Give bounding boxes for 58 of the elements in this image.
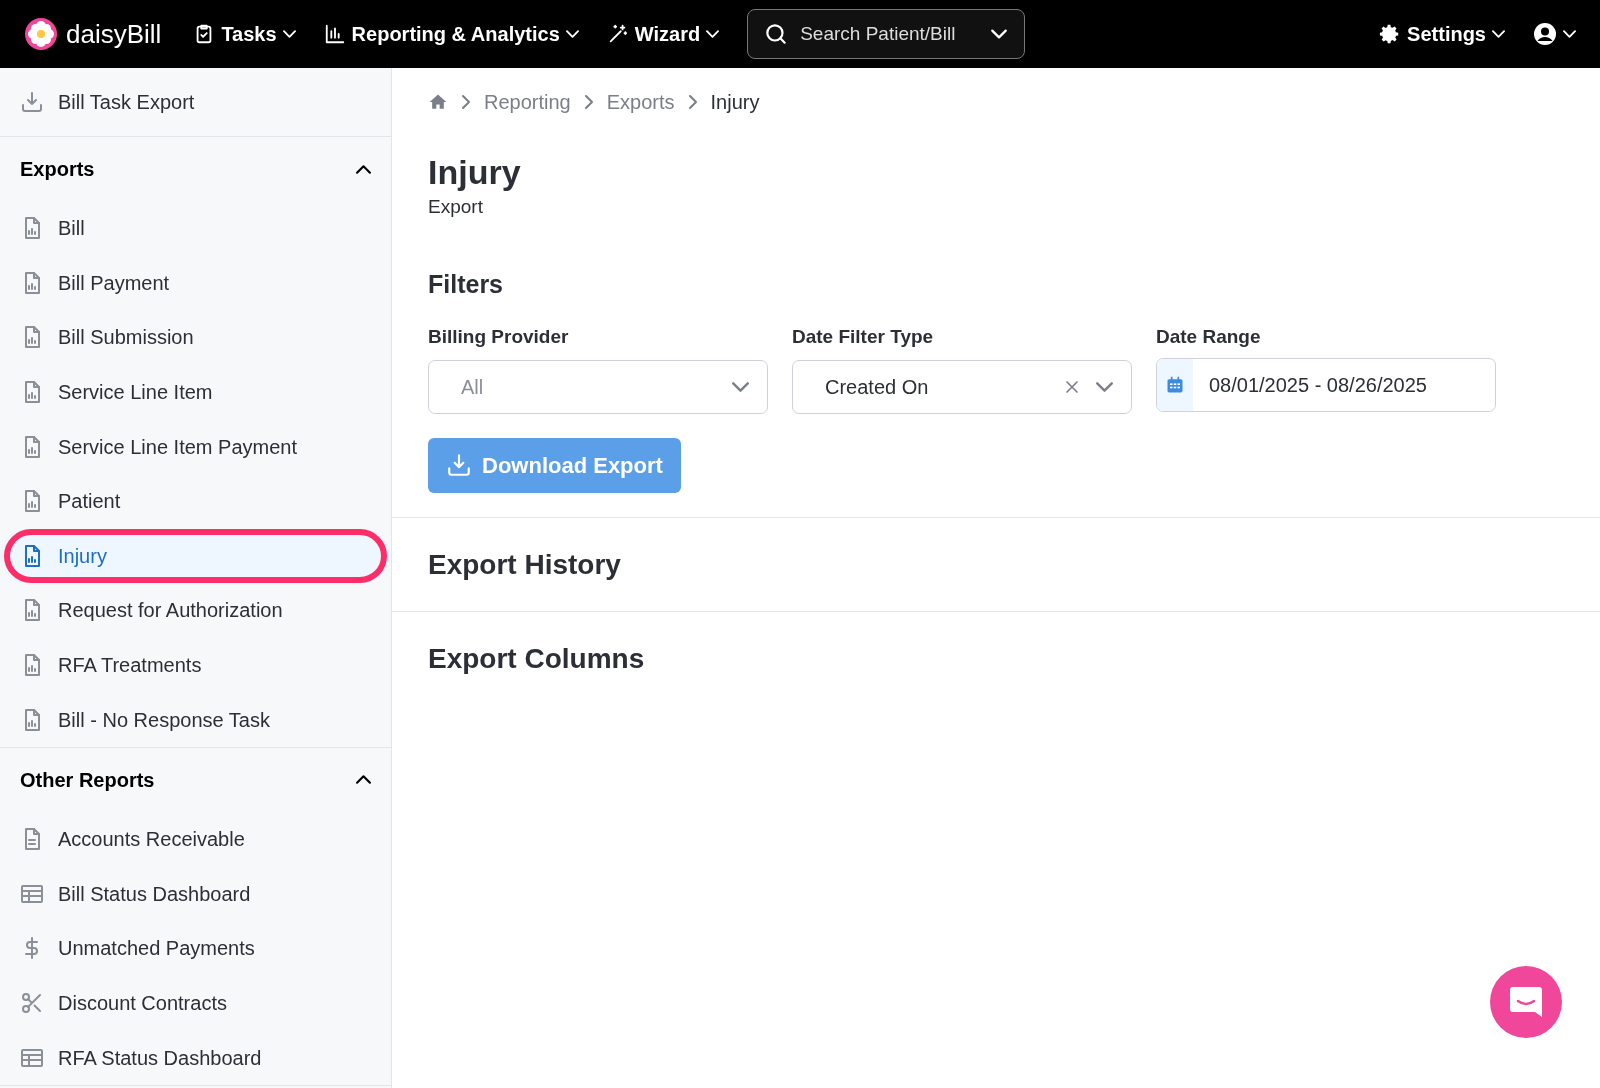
- sidebar-item[interactable]: Injury: [0, 528, 391, 584]
- calendar-icon: [1165, 374, 1185, 395]
- sidebar-item[interactable]: RFA Treatments: [0, 637, 391, 693]
- sidebar-item[interactable]: Bill Status Dashboard: [0, 866, 391, 922]
- account-menu-button[interactable]: [1533, 22, 1576, 46]
- download-icon: [446, 452, 472, 479]
- chevron-right-icon: [584, 95, 593, 109]
- sidebar-item[interactable]: Bill Payment: [0, 255, 391, 311]
- select-field[interactable]: Created On: [792, 359, 1132, 414]
- chevron-down-icon: [991, 29, 1008, 39]
- search-field[interactable]: Search Patient/Bill: [747, 9, 1026, 59]
- field-label: Date Filter Type: [792, 325, 935, 350]
- home-icon[interactable]: [428, 92, 448, 112]
- sidebar-item[interactable]: Patient: [0, 473, 391, 529]
- logo-text[interactable]: daisyBill: [66, 14, 162, 54]
- sidebar-item[interactable]: Discount Contracts: [0, 975, 391, 1031]
- chevron-down-icon: [1096, 381, 1113, 392]
- chevron-right-icon: [462, 95, 470, 109]
- breadcrumb-link[interactable]: Exports: [606, 87, 675, 117]
- sidebar-item[interactable]: Bill - No Response Task: [0, 692, 391, 747]
- sidebar-item[interactable]: Unmatched Payments: [0, 921, 391, 976]
- flower-logo-icon: [24, 17, 58, 51]
- download-icon: [20, 90, 44, 114]
- chevron-right-icon: [688, 95, 697, 109]
- chevron-down-icon: [706, 30, 720, 38]
- chevron-down-icon: [732, 381, 749, 392]
- sidebar-item[interactable]: Accounts Receivable: [0, 811, 391, 867]
- page-subtitle: Export: [428, 194, 484, 219]
- chevron-up-icon: [356, 775, 371, 785]
- section-header[interactable]: Other Reports: [0, 747, 391, 812]
- user-avatar-icon: [1533, 22, 1557, 46]
- settings-button[interactable]: Settings: [1379, 19, 1505, 49]
- menu-button[interactable]: Reporting & Analytics: [323, 19, 579, 49]
- field-label: Billing Provider: [428, 325, 570, 350]
- chevron-down-icon: [1492, 30, 1505, 38]
- sidebar-item[interactable]: Request for Authorization: [0, 583, 391, 638]
- sidebar-item[interactable]: Bill Submission: [0, 310, 391, 365]
- filters-heading: Filters: [428, 269, 505, 300]
- page-title: Injury: [428, 152, 522, 193]
- sidebar-item[interactable]: Service Line Item: [0, 364, 391, 420]
- menu-button[interactable]: Wizard: [606, 19, 720, 49]
- menu-button[interactable]: Tasks: [193, 19, 296, 49]
- sidebar-item[interactable]: Service Line Item Payment: [0, 419, 391, 474]
- sidebar-item[interactable]: RFA Status Dashboard: [0, 1030, 391, 1085]
- date-range-field[interactable]: 08/01/2025 - 08/26/2025: [1156, 357, 1496, 412]
- sidebar-item[interactable]: Bill: [0, 201, 391, 256]
- section-heading: Export History: [428, 547, 621, 582]
- scissors-icon: [20, 991, 44, 1015]
- bar-chart-icon: [323, 23, 346, 45]
- chevron-down-icon: [1563, 30, 1576, 38]
- field-label: Date Range: [1156, 325, 1262, 350]
- breadcrumb-link[interactable]: Reporting: [484, 87, 571, 117]
- chevron-up-icon: [356, 164, 371, 174]
- chevron-down-icon: [565, 30, 579, 38]
- section-heading: Export Columns: [428, 641, 645, 676]
- chevron-down-icon: [282, 30, 296, 38]
- section-header[interactable]: Exports: [0, 137, 391, 201]
- sidebar-item[interactable]: Bill Task Export: [0, 68, 391, 136]
